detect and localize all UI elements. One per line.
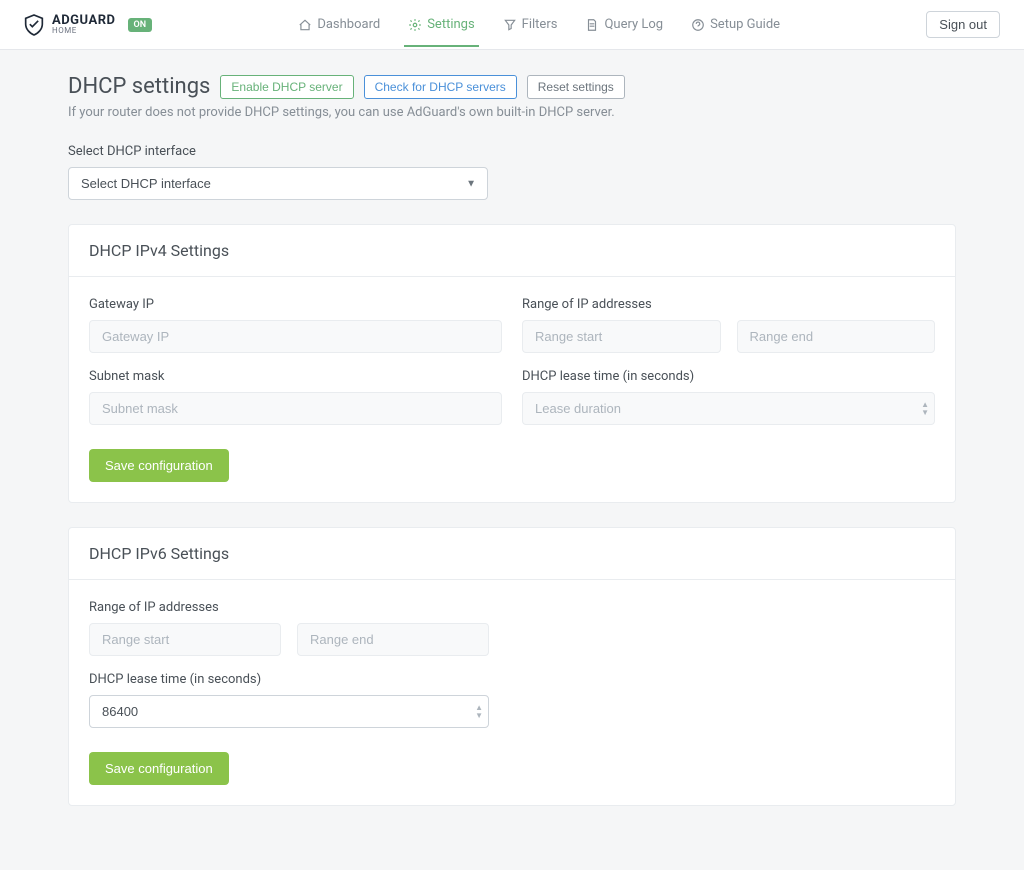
range-label: Range of IP addresses: [522, 297, 935, 312]
sign-out-button[interactable]: Sign out: [926, 11, 1000, 38]
main-nav: Dashboard Settings Filters Query Log Set…: [294, 2, 784, 47]
ipv6-lease-label: DHCP lease time (in seconds): [89, 672, 935, 687]
shield-icon: [24, 14, 44, 36]
interface-label: Select DHCP interface: [68, 144, 956, 159]
interface-select[interactable]: Select DHCP interface: [68, 167, 488, 200]
lease-label: DHCP lease time (in seconds): [522, 369, 935, 384]
filter-icon: [503, 18, 517, 32]
logo-sub-text: HOME: [52, 27, 116, 35]
subnet-input[interactable]: [89, 392, 502, 425]
nav-setupguide[interactable]: Setup Guide: [687, 2, 784, 47]
logo[interactable]: ADGUARD HOME ON: [24, 14, 152, 36]
ipv4-title: DHCP IPv4 Settings: [89, 241, 935, 260]
ipv4-card: DHCP IPv4 Settings Gateway IP Range of I…: [68, 224, 956, 503]
home-icon: [298, 18, 312, 32]
ipv6-lease-input[interactable]: [89, 695, 489, 728]
nav-label: Filters: [522, 17, 558, 32]
page-description: If your router does not provide DHCP set…: [68, 105, 956, 120]
reset-settings-button[interactable]: Reset settings: [527, 75, 625, 99]
ipv6-range-end-input[interactable]: [297, 623, 489, 656]
check-dhcp-button[interactable]: Check for DHCP servers: [364, 75, 517, 99]
enable-dhcp-button[interactable]: Enable DHCP server: [220, 75, 353, 99]
document-icon: [585, 18, 599, 32]
number-spinner-icon[interactable]: ▲▼: [921, 401, 929, 417]
range-end-input[interactable]: [737, 320, 936, 353]
ipv6-card: DHCP IPv6 Settings Range of IP addresses…: [68, 527, 956, 806]
page-header: DHCP settings Enable DHCP server Check f…: [68, 74, 956, 99]
gear-icon: [408, 18, 422, 32]
gateway-label: Gateway IP: [89, 297, 502, 312]
gateway-input[interactable]: [89, 320, 502, 353]
ipv4-save-button[interactable]: Save configuration: [89, 449, 229, 482]
ipv6-save-button[interactable]: Save configuration: [89, 752, 229, 785]
nav-label: Dashboard: [317, 17, 380, 32]
nav-label: Settings: [427, 17, 474, 32]
nav-label: Setup Guide: [710, 17, 780, 32]
help-icon: [691, 18, 705, 32]
nav-querylog[interactable]: Query Log: [581, 2, 667, 47]
page-title: DHCP settings: [68, 74, 210, 99]
subnet-label: Subnet mask: [89, 369, 502, 384]
lease-input[interactable]: [522, 392, 935, 425]
ipv6-range-label: Range of IP addresses: [89, 600, 935, 615]
nav-settings[interactable]: Settings: [404, 2, 478, 47]
nav-filters[interactable]: Filters: [499, 2, 562, 47]
app-header: ADGUARD HOME ON Dashboard Settings Filte…: [0, 0, 1024, 50]
nav-label: Query Log: [604, 17, 663, 32]
nav-dashboard[interactable]: Dashboard: [294, 2, 384, 47]
ipv6-title: DHCP IPv6 Settings: [89, 544, 935, 563]
ipv6-range-start-input[interactable]: [89, 623, 281, 656]
range-start-input[interactable]: [522, 320, 721, 353]
status-badge: ON: [128, 18, 153, 32]
number-spinner-icon[interactable]: ▲▼: [475, 704, 483, 720]
